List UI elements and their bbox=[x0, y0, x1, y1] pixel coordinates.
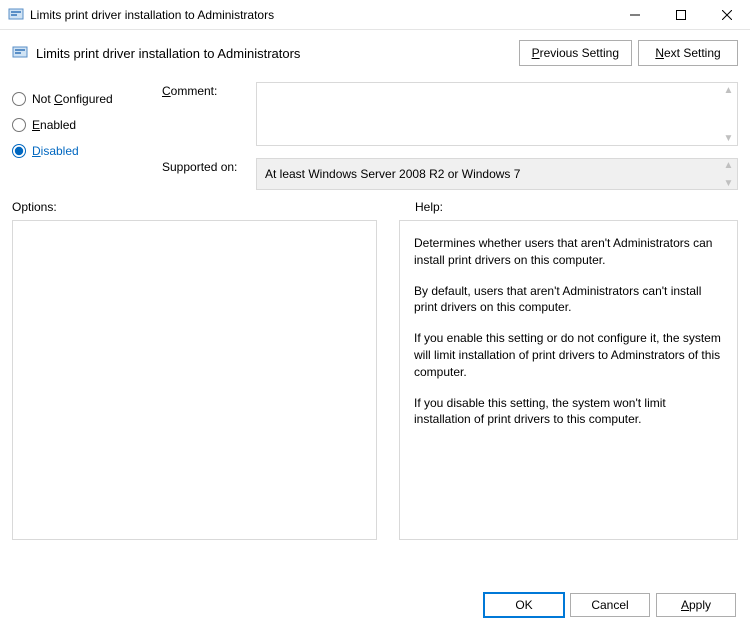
prev-label-rest: revious Setting bbox=[540, 46, 619, 60]
policy-icon bbox=[12, 45, 28, 61]
footer-buttons: OK Cancel Apply bbox=[484, 593, 736, 617]
ok-button[interactable]: OK bbox=[484, 593, 564, 617]
radio-not-configured-label: Not Configured bbox=[32, 92, 113, 106]
options-panel bbox=[12, 220, 377, 540]
help-p1: Determines whether users that aren't Adm… bbox=[414, 235, 723, 269]
supported-on-label: Supported on: bbox=[162, 158, 252, 190]
radio-disabled-input[interactable] bbox=[12, 144, 26, 158]
comment-textarea[interactable]: ▲ ▼ bbox=[256, 82, 738, 146]
apply-button[interactable]: Apply bbox=[656, 593, 736, 617]
radio-group: Not Configured Enabled Disabled bbox=[12, 82, 162, 190]
maximize-button[interactable] bbox=[658, 0, 704, 29]
help-p4: If you disable this setting, the system … bbox=[414, 395, 723, 429]
cancel-button[interactable]: Cancel bbox=[570, 593, 650, 617]
radio-not-configured-input[interactable] bbox=[12, 92, 26, 106]
close-button[interactable] bbox=[704, 0, 750, 29]
next-label-rest: ext Setting bbox=[664, 46, 721, 60]
scroll-up-icon[interactable]: ▲ bbox=[720, 159, 737, 171]
scroll-down-icon[interactable]: ▼ bbox=[720, 131, 737, 145]
radio-disabled[interactable]: Disabled bbox=[12, 138, 162, 164]
radio-enabled[interactable]: Enabled bbox=[12, 112, 162, 138]
options-label: Options: bbox=[12, 200, 407, 214]
policy-title: Limits print driver installation to Admi… bbox=[36, 46, 519, 61]
window-controls bbox=[612, 0, 750, 29]
radio-disabled-label: Disabled bbox=[32, 144, 79, 158]
help-label: Help: bbox=[407, 200, 738, 214]
radio-enabled-input[interactable] bbox=[12, 118, 26, 132]
help-panel: Determines whether users that aren't Adm… bbox=[399, 220, 738, 540]
window-title: Limits print driver installation to Admi… bbox=[30, 8, 612, 22]
gpedit-icon bbox=[8, 7, 24, 23]
next-setting-button[interactable]: Next Setting bbox=[638, 40, 738, 66]
help-p3: If you enable this setting or do not con… bbox=[414, 330, 723, 380]
scroll-up-icon[interactable]: ▲ bbox=[720, 83, 737, 97]
header-row: Limits print driver installation to Admi… bbox=[0, 30, 750, 82]
supported-on-value: At least Windows Server 2008 R2 or Windo… bbox=[265, 167, 520, 181]
radio-not-configured[interactable]: Not Configured bbox=[12, 86, 162, 112]
comment-label: Comment: bbox=[162, 82, 252, 146]
titlebar: Limits print driver installation to Admi… bbox=[0, 0, 750, 30]
previous-setting-button[interactable]: Previous Setting bbox=[519, 40, 632, 66]
supported-on-box: At least Windows Server 2008 R2 or Windo… bbox=[256, 158, 738, 190]
scroll-down-icon[interactable]: ▼ bbox=[720, 177, 737, 189]
radio-enabled-label: Enabled bbox=[32, 118, 76, 132]
help-p2: By default, users that aren't Administra… bbox=[414, 283, 723, 317]
minimize-button[interactable] bbox=[612, 0, 658, 29]
